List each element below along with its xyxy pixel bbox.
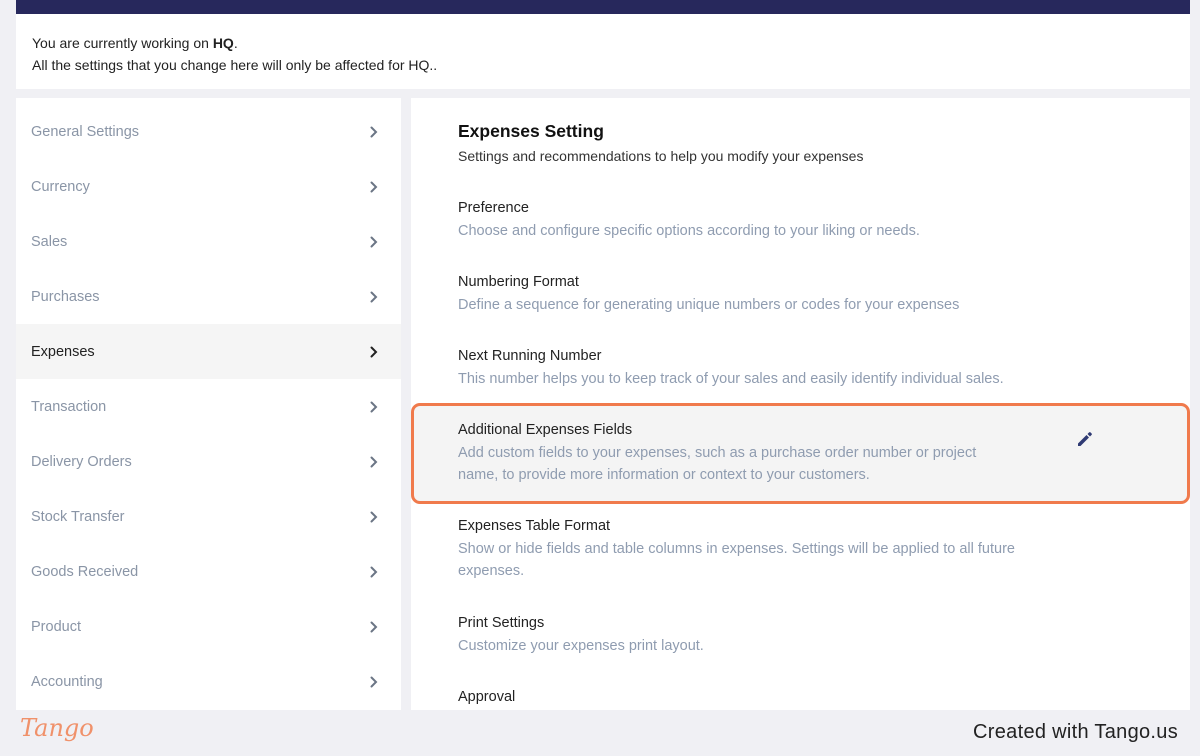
sidebar-item-label: General Settings — [31, 123, 140, 140]
sidebar-item-label: Stock Transfer — [31, 508, 125, 525]
settings-sidebar: General Settings Currency Sales Purchase… — [16, 98, 401, 710]
option-title: Print Settings — [458, 615, 545, 631]
option-title: Additional Expenses Fields — [458, 422, 633, 438]
tango-logo: Tango — [20, 714, 94, 742]
chevron-right-icon — [367, 290, 381, 304]
chevron-right-icon — [367, 675, 381, 689]
chevron-right-icon — [367, 455, 381, 469]
sidebar-item-transaction[interactable]: Transaction — [16, 379, 401, 434]
workspace-notice: You are currently working on HQ. All the… — [16, 14, 1190, 89]
page-subtitle: Settings and recommendations to help you… — [458, 148, 864, 164]
sidebar-item-label: Transaction — [31, 398, 107, 415]
sidebar-item-delivery-orders[interactable]: Delivery Orders — [16, 434, 401, 489]
sidebar-item-stock-transfer[interactable]: Stock Transfer — [16, 489, 401, 544]
sidebar-item-accounting[interactable]: Accounting — [16, 654, 401, 709]
option-title: Preference — [458, 200, 529, 216]
page-title: Expenses Setting — [458, 121, 604, 141]
option-description: Define a sequence for generating unique … — [458, 297, 960, 313]
sidebar-item-label: Currency — [31, 178, 90, 195]
option-title: Approval — [458, 689, 516, 705]
sidebar-item-goods-received[interactable]: Goods Received — [16, 544, 401, 599]
sidebar-item-currency[interactable]: Currency — [16, 159, 401, 214]
option-description: Show or hide fields and table columns in… — [458, 541, 1015, 579]
option-description: This number helps you to keep track of y… — [458, 371, 1004, 387]
option-expenses-table-format[interactable]: Expenses Table Format Show or hide field… — [458, 516, 1048, 582]
option-preference[interactable]: Preference Choose and configure specific… — [458, 198, 1048, 242]
chevron-right-icon — [367, 510, 381, 524]
chevron-right-icon — [367, 565, 381, 579]
sidebar-item-general-settings[interactable]: General Settings — [16, 104, 401, 159]
chevron-right-icon — [367, 620, 381, 634]
sidebar-item-label: Sales — [31, 233, 68, 250]
option-title: Next Running Number — [458, 348, 602, 364]
notice-line-1: You are currently working on HQ. — [32, 35, 238, 51]
tango-footer: Tango Created with Tango.us — [0, 710, 1200, 756]
option-approval[interactable]: Approval — [458, 687, 1048, 707]
option-additional-expenses-fields[interactable]: Additional Expenses Fields Add custom fi… — [458, 420, 1018, 486]
sidebar-item-label: Product — [31, 618, 81, 635]
sidebar-item-product[interactable]: Product — [16, 599, 401, 654]
option-next-running-number[interactable]: Next Running Number This number helps yo… — [458, 346, 1048, 390]
chevron-right-icon — [367, 125, 381, 139]
notice-line-2: All the settings that you change here wi… — [32, 57, 438, 73]
option-title: Expenses Table Format — [458, 518, 611, 534]
option-print-settings[interactable]: Print Settings Customize your expenses p… — [458, 613, 1048, 657]
option-description: Add custom fields to your expenses, such… — [458, 445, 977, 483]
option-numbering-format[interactable]: Numbering Format Define a sequence for g… — [458, 272, 1048, 316]
sidebar-item-expenses[interactable]: Expenses — [16, 324, 401, 379]
sidebar-item-label: Delivery Orders — [31, 453, 132, 470]
sidebar-item-label: Purchases — [31, 288, 100, 305]
option-title: Numbering Format — [458, 274, 579, 290]
sidebar-item-purchases[interactable]: Purchases — [16, 269, 401, 324]
chevron-right-icon — [367, 345, 381, 359]
sidebar-item-label: Goods Received — [31, 563, 139, 580]
created-with-credit: Created with Tango.us — [973, 721, 1178, 743]
option-description: Choose and configure specific options ac… — [458, 223, 920, 239]
sidebar-item-sales[interactable]: Sales — [16, 214, 401, 269]
workspace-name: HQ — [212, 35, 234, 51]
chevron-right-icon — [367, 400, 381, 414]
sidebar-item-label: Accounting — [31, 673, 103, 690]
chevron-right-icon — [367, 235, 381, 249]
panel-header: Expenses Setting Settings and recommenda… — [458, 120, 863, 165]
expenses-settings-panel: Expenses Setting Settings and recommenda… — [411, 98, 1190, 710]
chevron-right-icon — [367, 180, 381, 194]
top-bar — [16, 0, 1190, 14]
pencil-icon[interactable] — [1075, 429, 1095, 449]
option-description: Customize your expenses print layout. — [458, 638, 704, 654]
sidebar-item-label: Expenses — [31, 343, 95, 360]
